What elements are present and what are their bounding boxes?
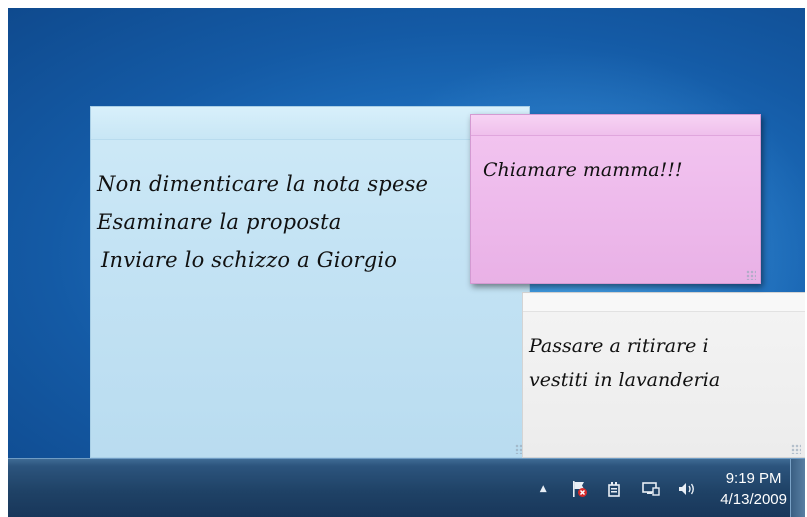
note-line: Chiamare mamma!!! [483,159,683,181]
sticky-note-blue[interactable]: Non dimenticare la nota spese Esaminare … [90,106,530,458]
system-clock[interactable]: 9:19 PM 4/13/2009 [720,468,787,510]
show-desktop-button[interactable] [790,459,805,517]
resize-grip-icon[interactable] [791,444,801,454]
sticky-note-pink[interactable]: Chiamare mamma!!! [470,114,761,284]
volume-icon[interactable] [676,478,698,500]
note-line: vestiti in lavanderia [529,369,721,391]
note-line: Non dimenticare la nota spese [97,172,429,196]
sticky-note-title-bar[interactable] [91,107,529,140]
show-hidden-icons-glyph: ▲ [539,483,547,494]
sticky-note-text[interactable]: Passare a ritirare i vestiti in lavander… [529,329,720,397]
sticky-note-text[interactable]: Non dimenticare la nota spese Esaminare … [97,165,428,279]
note-line: Passare a ritirare i [529,335,709,357]
note-line: Esaminare la proposta [97,210,342,234]
sticky-note-title-bar[interactable] [471,115,760,136]
notification-area: ▲ 9:19 PM 4/13/2009 [532,459,787,517]
taskbar: ▲ 9:19 PM 4/13/2009 [8,458,805,517]
sticky-note-text[interactable]: Chiamare mamma!!! [483,155,683,185]
clock-time: 9:19 PM [725,469,782,487]
power-icon[interactable] [604,478,626,500]
sticky-note-title-bar[interactable] [523,293,805,312]
network-icon[interactable] [640,478,662,500]
note-line: Inviare lo schizzo a Giorgio [101,248,398,272]
resize-grip-icon[interactable] [746,270,756,280]
screenshot-frame: Non dimenticare la nota spese Esaminare … [0,0,807,517]
clock-date: 4/13/2009 [720,490,787,508]
show-hidden-icons-arrow-icon[interactable]: ▲ [532,478,554,500]
action-center-flag-icon[interactable] [568,478,590,500]
sticky-note-white[interactable]: Passare a ritirare i vestiti in lavander… [522,292,805,458]
